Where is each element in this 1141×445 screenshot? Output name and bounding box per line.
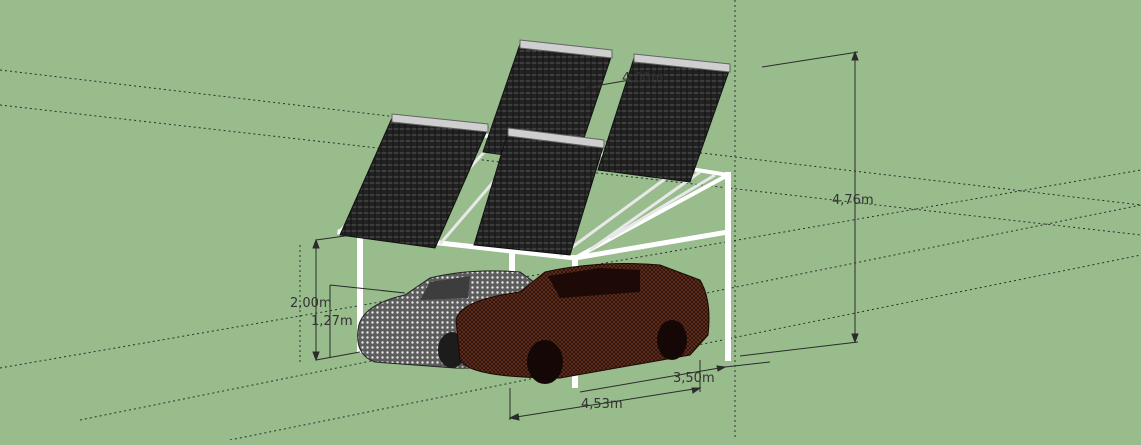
dim-width: 4,53m — [581, 397, 623, 412]
dim-panel-length: 4,00m — [622, 71, 664, 86]
dim-total-height: 4,76m — [832, 193, 874, 208]
sketchup-viewport[interactable]: 4,00m 4,76m 2,00m 1,27m 3,50m 4,53m — [0, 0, 1141, 441]
dim-low-side-height: 2,00m — [290, 296, 332, 311]
dim-car-height: 1,27m — [311, 314, 353, 329]
solar-panel-1[interactable] — [339, 113, 489, 249]
dim-depth: 3,50m — [673, 371, 715, 386]
solar-panel-3[interactable] — [597, 53, 731, 183]
